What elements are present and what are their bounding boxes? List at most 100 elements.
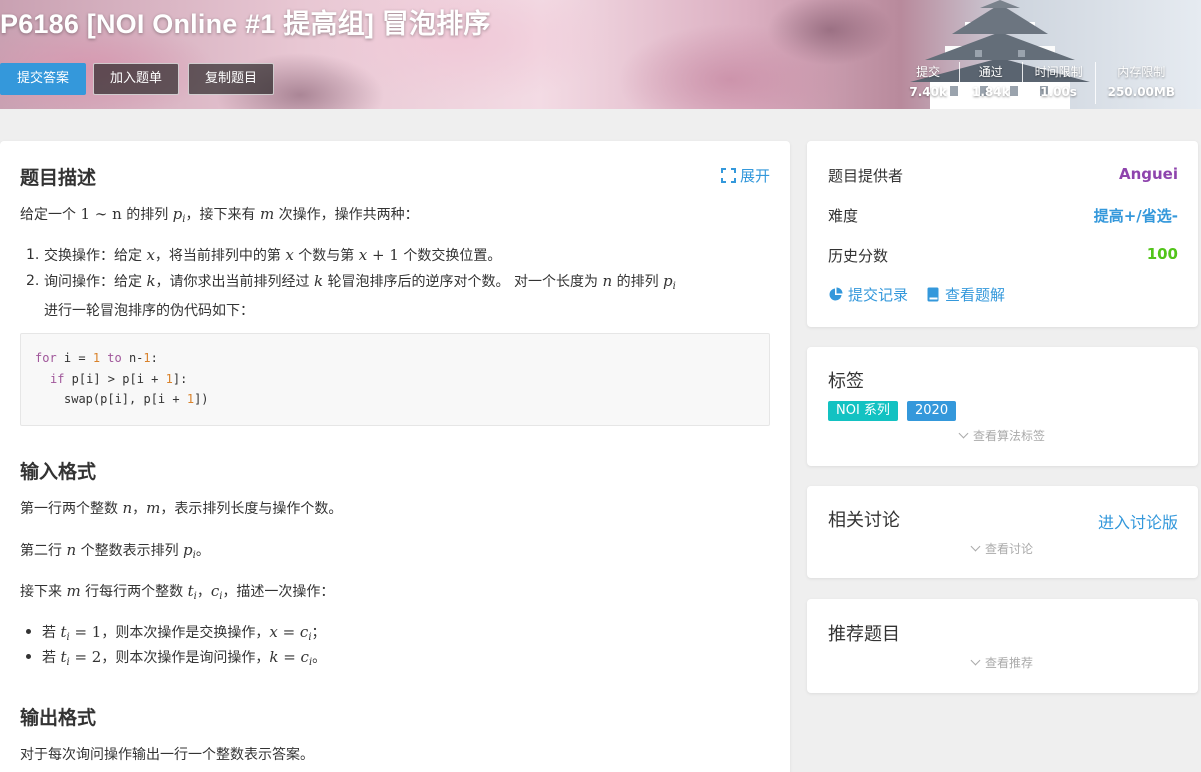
tags-card: 标签 NOI 系列 2020 查看算法标签 bbox=[807, 347, 1198, 466]
discussion-card: 相关讨论 进入讨论版 查看讨论 bbox=[807, 486, 1198, 578]
text: 交换操作：给定 bbox=[44, 248, 147, 264]
stat-value: 250.00MB bbox=[1107, 85, 1175, 99]
code-line: for i = 1 to n-1: bbox=[35, 348, 755, 369]
chevron-down-icon bbox=[970, 541, 981, 552]
list-item: 2. 询问操作：给定 k，请你求出当前排列经过 k 轮冒泡排序后的逆序对个数。 … bbox=[26, 269, 771, 324]
text: 。 bbox=[312, 650, 327, 666]
problem-content-card: 题目描述 展开 给定一个 1 ∼ n 的排列 pi，接下来有 m 次操作，操作共… bbox=[0, 141, 790, 772]
recommended-heading: 推荐题目 bbox=[828, 624, 900, 645]
code-line: swap(p[i], p[i + 1]) bbox=[35, 389, 755, 410]
math: n bbox=[122, 499, 133, 517]
discussion-heading: 相关讨论 bbox=[828, 510, 900, 531]
math: k bbox=[314, 272, 324, 290]
difficulty-label: 难度 bbox=[828, 207, 859, 225]
view-solutions-label: 查看题解 bbox=[945, 286, 1006, 304]
code-number: 1 bbox=[92, 351, 101, 365]
submit-answer-button[interactable]: 提交答案 bbox=[0, 63, 86, 95]
view-discussion-button[interactable]: 查看讨论 bbox=[807, 540, 1198, 557]
output-format-heading: 输出格式 bbox=[20, 707, 97, 729]
code-text: ]) bbox=[194, 392, 209, 406]
output-paragraph: 对于每次询问操作输出一行一个整数表示答案。 bbox=[20, 747, 314, 763]
math: = bbox=[278, 648, 301, 666]
text: 接下来 bbox=[20, 584, 67, 600]
expand-label: 展开 bbox=[739, 167, 770, 185]
text: ，描述一次操作： bbox=[222, 584, 335, 600]
math: + 1 bbox=[367, 246, 399, 264]
add-to-list-button[interactable]: 加入题单 bbox=[93, 63, 179, 95]
stat-label: 提交 bbox=[916, 65, 941, 79]
math: ci bbox=[299, 623, 312, 643]
math: k bbox=[146, 272, 156, 290]
math: ci bbox=[300, 648, 313, 668]
math: x bbox=[146, 246, 155, 264]
text: 轮冒泡排序后的逆序对个数。 对一个长度为 bbox=[323, 274, 603, 290]
tags-heading: 标签 bbox=[828, 371, 864, 392]
text: 第二行 bbox=[20, 543, 67, 559]
math: = 1 bbox=[69, 623, 102, 641]
code-keyword: if bbox=[50, 371, 65, 386]
provider-label: 题目提供者 bbox=[828, 167, 904, 185]
code-text: : bbox=[150, 351, 158, 365]
tag-2020[interactable]: 2020 bbox=[907, 401, 957, 421]
submission-records-link[interactable]: 提交记录 bbox=[828, 284, 908, 305]
page-title: P6186 [NOI Online #1 提高组] 冒泡排序 bbox=[0, 9, 491, 39]
difficulty-row: 难度 提高+/省选- bbox=[828, 205, 1178, 226]
view-algorithm-tags-button[interactable]: 查看算法标签 bbox=[807, 427, 1198, 444]
code-text: i = bbox=[56, 351, 93, 365]
text: 次操作，操作共两种： bbox=[274, 207, 419, 223]
list-number: 1. bbox=[26, 247, 40, 263]
text: ，表示排列长度与操作个数。 bbox=[160, 501, 343, 517]
input-paragraph: 接下来 m 行每行两个整数 ti，ci，描述一次操作： bbox=[20, 581, 334, 602]
math: 1 ∼ n bbox=[80, 205, 122, 223]
view-discussion-label: 查看讨论 bbox=[984, 542, 1033, 556]
stat-value: 7.40k bbox=[909, 85, 947, 99]
book-icon bbox=[927, 287, 939, 302]
math: x bbox=[269, 623, 278, 641]
provider-row: 题目提供者 Anguei bbox=[828, 165, 1178, 186]
math: = bbox=[277, 623, 300, 641]
copy-problem-button[interactable]: 复制题目 bbox=[188, 63, 274, 95]
text: ，请你求出当前排列经过 bbox=[155, 274, 314, 290]
math: pi bbox=[172, 205, 186, 225]
code-number: 1 bbox=[143, 351, 151, 365]
view-recommended-button[interactable]: 查看推荐 bbox=[807, 654, 1198, 671]
operation-list: 1. 交换操作：给定 x，将当前排列中的第 x 个数与第 x + 1 个数交换位… bbox=[26, 243, 771, 324]
list-item: 若 ti = 1，则本次操作是交换操作，x = ci； bbox=[26, 622, 326, 643]
code-keyword: for bbox=[35, 351, 57, 365]
math: ti bbox=[60, 648, 70, 668]
view-solutions-link[interactable]: 查看题解 bbox=[926, 284, 1005, 305]
math: ti bbox=[187, 582, 197, 602]
stat-label: 内存限制 bbox=[1117, 65, 1166, 79]
bullet-dot bbox=[26, 629, 31, 634]
input-paragraph: 第二行 n 个整数表示排列 pi。 bbox=[20, 540, 210, 561]
chevron-down-icon bbox=[958, 428, 969, 439]
text: 进行一轮冒泡排序的伪代码如下： bbox=[44, 303, 254, 319]
history-score-row: 历史分数 100 bbox=[828, 245, 1178, 266]
pie-chart-icon bbox=[829, 287, 843, 301]
text: 个数交换位置。 bbox=[398, 248, 502, 264]
math: ti bbox=[60, 623, 70, 643]
view-algorithm-tags-label: 查看算法标签 bbox=[972, 429, 1045, 443]
stat-time-limit: 时间限制 1.00s bbox=[1021, 62, 1095, 104]
code-text: n- bbox=[121, 351, 144, 365]
text: ， bbox=[132, 501, 147, 517]
description-intro: 给定一个 1 ∼ n 的排列 pi，接下来有 m 次操作，操作共两种： bbox=[20, 204, 419, 225]
text: ，则本次操作是交换操作， bbox=[101, 625, 270, 641]
provider-link[interactable]: Anguei bbox=[1119, 165, 1178, 186]
code-keyword: to bbox=[100, 351, 122, 365]
expand-button[interactable]: 展开 bbox=[720, 165, 770, 186]
stat-label: 时间限制 bbox=[1034, 65, 1083, 79]
text: ，则本次操作是询问操作， bbox=[101, 650, 270, 666]
list-number: 2. bbox=[26, 273, 40, 289]
enter-discussion-link[interactable]: 进入讨论版 bbox=[1098, 509, 1178, 533]
math: m bbox=[66, 582, 81, 600]
view-recommended-label: 查看推荐 bbox=[984, 656, 1033, 670]
difficulty-badge[interactable]: 提高+/省选- bbox=[1094, 205, 1178, 226]
text: 询问操作：给定 bbox=[44, 274, 147, 290]
stat-memory-limit: 内存限制 250.00MB bbox=[1094, 62, 1187, 104]
problem-stats: 提交 7.40k 通过 1.84k 时间限制 1.00s 内存限制 250.00… bbox=[897, 62, 1187, 104]
text: 给定一个 bbox=[20, 207, 81, 223]
tag-noi-series[interactable]: NOI 系列 bbox=[828, 401, 898, 421]
stat-value: 1.00s bbox=[1040, 85, 1077, 99]
stat-value: 1.84k bbox=[971, 85, 1010, 99]
